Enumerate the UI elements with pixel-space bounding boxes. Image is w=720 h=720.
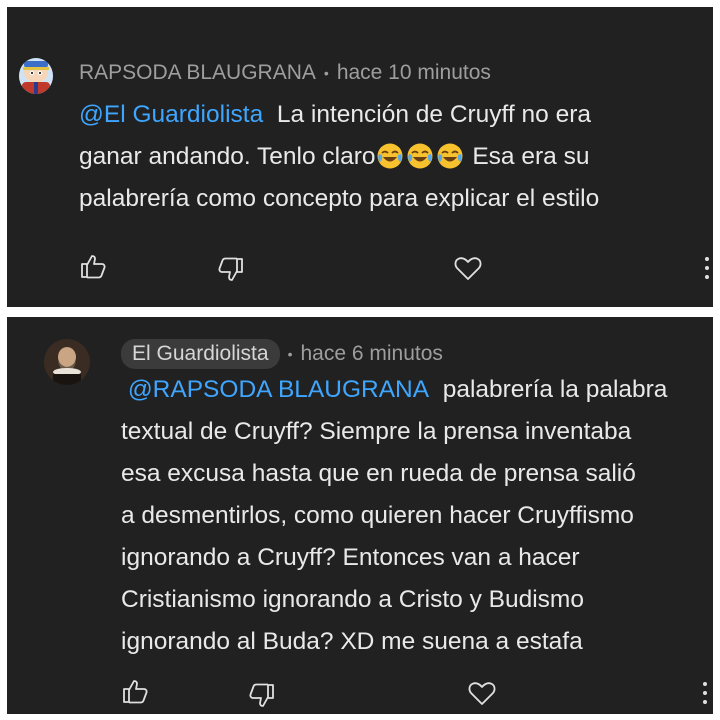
portrait-avatar-icon bbox=[44, 339, 90, 385]
author-name[interactable]: RAPSODA BLAUGRANA bbox=[79, 61, 316, 85]
heart-icon[interactable] bbox=[467, 678, 497, 708]
comment-text: @El Guardiolista La intención de Cruyff … bbox=[79, 94, 599, 220]
heart-icon[interactable] bbox=[453, 253, 483, 283]
cartoon-avatar-icon bbox=[19, 58, 53, 94]
comment-line: Esa era su bbox=[472, 143, 590, 170]
timestamp[interactable]: hace 10 minutos bbox=[337, 61, 491, 85]
face-with-tears-of-joy-emoji bbox=[436, 142, 464, 170]
comment-line: Cristianismo ignorando a Cristo y Budism… bbox=[121, 586, 584, 613]
face-with-tears-of-joy-emoji bbox=[376, 142, 404, 170]
comment-line: palabrería como concepto para explicar e… bbox=[79, 185, 600, 212]
comment-text: @RAPSODA BLAUGRANA palabrería la palabra… bbox=[121, 369, 667, 663]
avatar[interactable] bbox=[44, 339, 90, 385]
separator: • bbox=[287, 346, 293, 362]
thumbs-down-icon[interactable] bbox=[246, 681, 276, 711]
more-vertical-icon[interactable] bbox=[704, 257, 710, 283]
comment-line: esa excusa hasta que en rueda de prensa … bbox=[121, 460, 636, 487]
comment-line: ignorando a Cruyff? Entonces van a hacer bbox=[121, 544, 580, 571]
comment-card: El Guardiolista • hace 6 minutos @RAPSOD… bbox=[7, 317, 713, 714]
author-chip[interactable]: El Guardiolista bbox=[121, 339, 280, 369]
avatar[interactable] bbox=[19, 58, 53, 94]
more-vertical-icon[interactable] bbox=[702, 682, 708, 708]
thumbs-down-icon[interactable] bbox=[215, 255, 245, 285]
mention-link[interactable]: @RAPSODA BLAUGRANA bbox=[128, 376, 429, 403]
comment-meta: RAPSODA BLAUGRANA • hace 10 minutos bbox=[79, 61, 491, 85]
comment-line: palabrería la palabra bbox=[442, 376, 668, 403]
timestamp[interactable]: hace 6 minutos bbox=[300, 342, 442, 366]
comment-line: La intención de Cruyff no era bbox=[276, 101, 591, 128]
thumbs-up-icon[interactable] bbox=[121, 676, 151, 706]
comment-line: ganar andando. Tenlo claro bbox=[79, 143, 376, 170]
separator: • bbox=[323, 65, 329, 81]
face-with-tears-of-joy-emoji bbox=[406, 142, 434, 170]
thumbs-up-icon[interactable] bbox=[79, 251, 109, 281]
mention-link[interactable]: @El Guardiolista bbox=[79, 101, 263, 128]
comment-line: a desmentirlos, como quieren hacer Cruyf… bbox=[121, 502, 634, 529]
comment-card: RAPSODA BLAUGRANA • hace 10 minutos @El … bbox=[7, 7, 713, 307]
comment-line: ignorando al Buda? XD me suena a estafa bbox=[121, 628, 583, 655]
comment-meta: El Guardiolista • hace 6 minutos bbox=[121, 339, 443, 369]
comment-line: textual de Cruyff? Siempre la prensa inv… bbox=[121, 418, 632, 445]
